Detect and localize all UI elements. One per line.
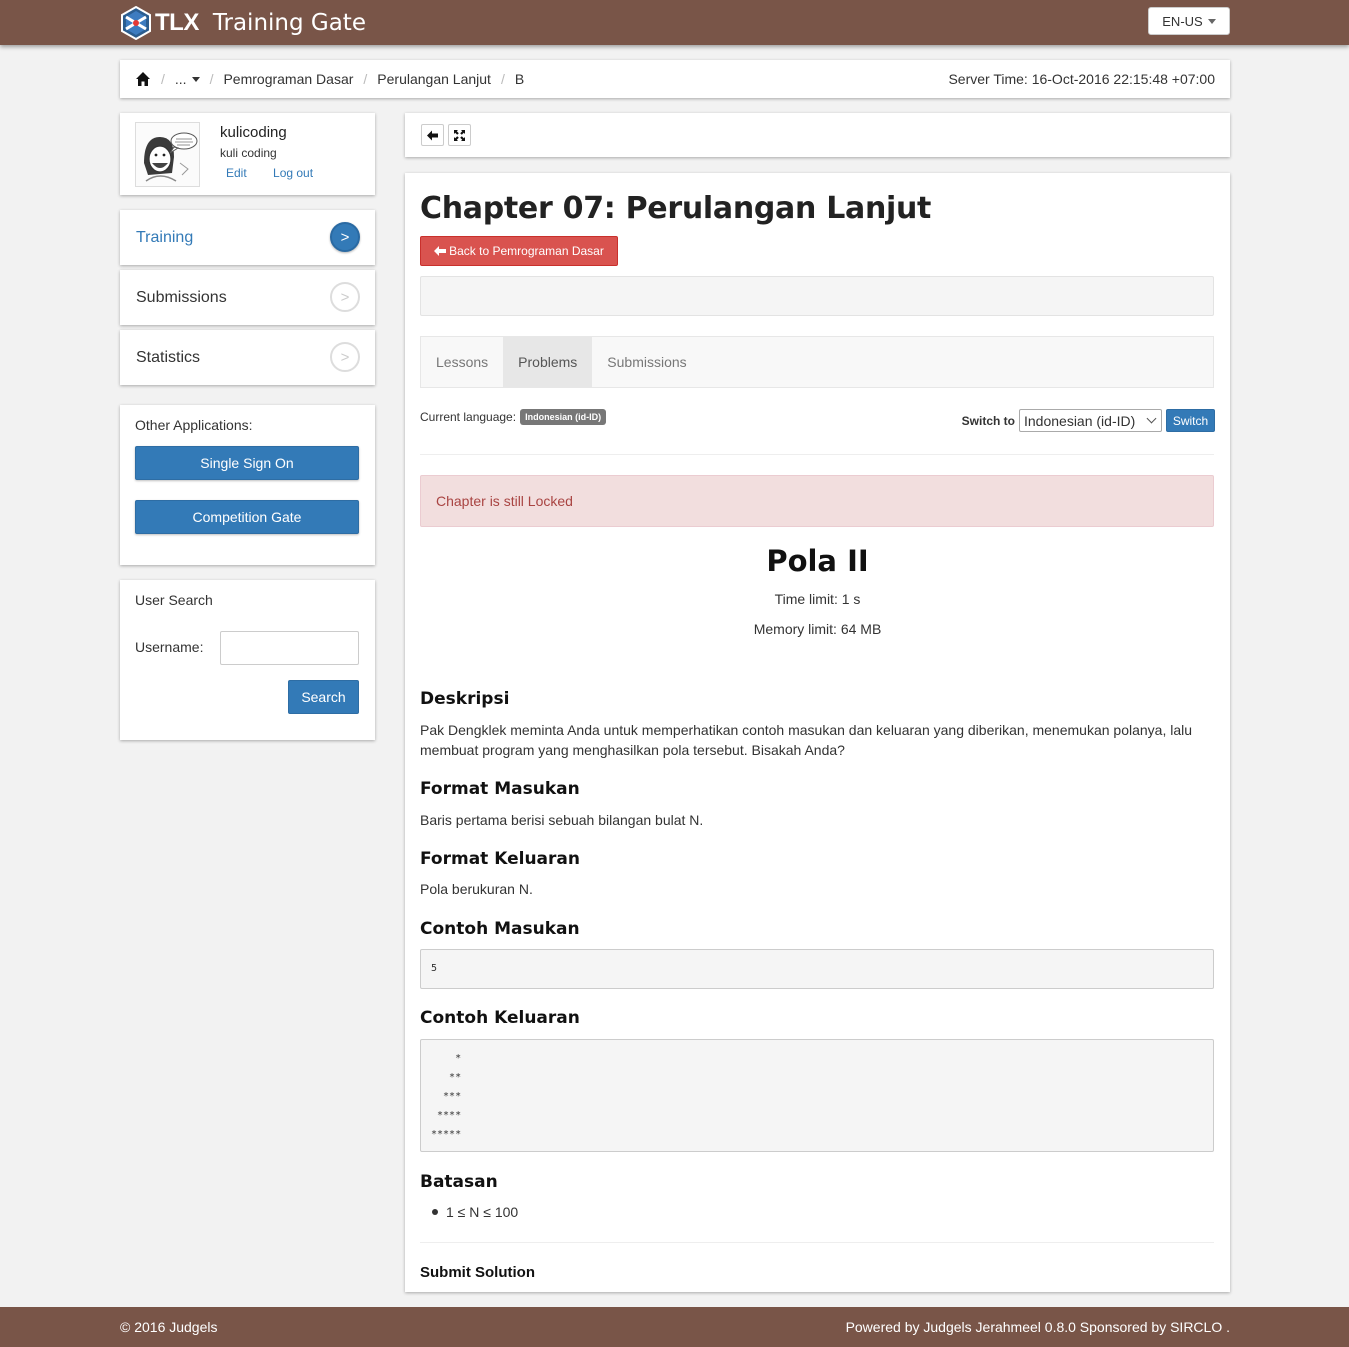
bullet-icon xyxy=(432,1209,438,1215)
breadcrumb-ellipsis: ... xyxy=(174,71,187,87)
footer-powered-by: Powered by Judgels Jerahmeel 0.8.0 Spons… xyxy=(845,1319,1230,1335)
footer: © 2016 Judgels Powered by Judgels Jerahm… xyxy=(0,1307,1349,1347)
chevron-right-icon: > xyxy=(330,282,360,312)
single-sign-on-button[interactable]: Single Sign On xyxy=(135,446,359,480)
locked-alert: Chapter is still Locked xyxy=(420,475,1214,527)
problem-title: Pola II xyxy=(766,544,869,578)
memory-limit: Memory limit: 64 MB xyxy=(753,621,882,637)
username-field-label: Username: xyxy=(135,639,204,655)
sample-output: * ** *** **** ***** xyxy=(420,1039,1214,1152)
batasan-heading: Batasan xyxy=(420,1172,498,1192)
back-button-label: Back to Pemrograman Dasar xyxy=(449,244,604,258)
divider xyxy=(420,1242,1214,1243)
chapter-description-well xyxy=(420,276,1214,316)
breadcrumb-separator: / xyxy=(363,71,368,87)
list-item: 1 ≤ N ≤ 100 xyxy=(432,1204,518,1220)
sample-input: 5 xyxy=(420,949,1214,989)
current-language-badge: Indonesian (id-ID) xyxy=(520,409,607,425)
tab-lessons[interactable]: Lessons xyxy=(421,337,503,387)
chapter-title: Chapter 07: Perulangan Lanjut xyxy=(420,191,932,226)
brand-title: Training Gate xyxy=(212,9,366,36)
contoh-masukan-heading: Contoh Masukan xyxy=(420,919,580,939)
edit-profile-link[interactable]: Edit xyxy=(226,166,247,180)
chevron-right-icon: > xyxy=(330,342,360,372)
home-icon[interactable] xyxy=(135,71,151,87)
fullscreen-button[interactable] xyxy=(448,124,471,146)
current-language: Current language: Indonesian (id-ID) xyxy=(420,409,607,425)
brand-short: TLX xyxy=(155,8,199,36)
user-links: Edit Log out xyxy=(226,166,336,180)
batasan-item: 1 ≤ N ≤ 100 xyxy=(446,1204,519,1220)
time-limit: Time limit: 1 s xyxy=(774,591,861,607)
breadcrumb-separator: / xyxy=(161,71,165,87)
caret-down-icon xyxy=(1207,18,1216,24)
breadcrumb-item-b[interactable]: B xyxy=(515,71,524,87)
sidebar-item-label: Training xyxy=(136,228,194,246)
contoh-keluaran-heading: Contoh Keluaran xyxy=(420,1008,580,1028)
back-arrow-button[interactable] xyxy=(421,124,444,146)
caret-down-icon xyxy=(191,76,200,82)
breadcrumb: / ... / Pemrograman Dasar / Perulangan L… xyxy=(120,60,1230,98)
submit-solution-heading: Submit Solution xyxy=(420,1264,535,1281)
switch-language-button[interactable]: Switch xyxy=(1166,409,1215,432)
sidebar-item-label: Statistics xyxy=(136,348,201,366)
switch-to-label: Switch to xyxy=(961,413,1015,428)
brand[interactable]: TLX Training Gate xyxy=(119,5,366,40)
deskripsi-text: Pak Dengklek meminta Anda untuk memperha… xyxy=(420,722,1193,758)
fullscreen-icon xyxy=(454,129,465,141)
sidebar-item-label: Submissions xyxy=(136,288,227,306)
user-fullname: kuli coding xyxy=(220,146,277,160)
language-select-value: Indonesian (id-ID) xyxy=(1024,412,1136,429)
competition-gate-button[interactable]: Competition Gate xyxy=(135,500,359,534)
avatar-image-icon xyxy=(136,123,199,186)
content-toolbar xyxy=(405,113,1230,157)
divider xyxy=(420,454,1214,455)
breadcrumb-item-pemrograman-dasar[interactable]: Pemrograman Dasar xyxy=(223,71,353,87)
arrow-left-icon xyxy=(427,130,438,140)
breadcrumb-separator: / xyxy=(500,71,505,87)
sidebar-item-statistics[interactable]: Statistics > xyxy=(120,330,375,385)
username: kulicoding xyxy=(220,124,287,141)
format-masukan-text: Baris pertama berisi sebuah bilangan bul… xyxy=(420,812,704,828)
chevron-right-icon: > xyxy=(330,222,360,252)
sidebar-item-submissions[interactable]: Submissions > xyxy=(120,270,375,325)
arrow-left-icon xyxy=(434,246,447,256)
top-navbar: TLX Training Gate EN-US xyxy=(0,0,1349,45)
breadcrumb-separator: / xyxy=(209,71,214,87)
tlx-logo-icon xyxy=(121,5,151,40)
username-search-input[interactable] xyxy=(220,631,359,665)
breadcrumb-item-perulangan-lanjut[interactable]: Perulangan Lanjut xyxy=(377,71,491,87)
logout-link[interactable]: Log out xyxy=(273,166,313,180)
user-search-panel: User Search Username: Search xyxy=(120,580,375,740)
language-select[interactable]: Indonesian (id-ID) xyxy=(1019,409,1162,432)
avatar xyxy=(135,122,200,187)
search-button[interactable]: Search xyxy=(288,680,359,714)
deskripsi-heading: Deskripsi xyxy=(420,689,510,709)
user-search-label: User Search xyxy=(135,592,213,608)
current-language-label: Current language: xyxy=(420,410,517,424)
breadcrumb-more-dropdown[interactable]: ... xyxy=(175,71,200,87)
back-to-course-button[interactable]: Back to Pemrograman Dasar xyxy=(420,236,618,266)
other-applications-label: Other Applications: xyxy=(135,417,253,433)
tab-problems[interactable]: Problems xyxy=(503,337,593,387)
sidebar-item-training[interactable]: Training > xyxy=(120,210,375,265)
format-keluaran-text: Pola berukuran N. xyxy=(420,881,533,897)
chapter-tabs: Lessons Problems Submissions xyxy=(420,336,1214,388)
chevron-down-icon xyxy=(1146,413,1157,424)
user-panel: kulicoding kuli coding Edit Log out xyxy=(120,113,375,195)
format-masukan-heading: Format Masukan xyxy=(420,779,580,799)
other-applications-panel: Other Applications: Single Sign On Compe… xyxy=(120,405,375,565)
language-dropdown[interactable]: EN-US xyxy=(1148,7,1230,35)
footer-copyright: © 2016 Judgels xyxy=(120,1319,218,1335)
server-time: Server Time: 16-Oct-2016 22:15:48 +07:00 xyxy=(948,71,1215,87)
tab-submissions[interactable]: Submissions xyxy=(592,337,701,387)
format-keluaran-heading: Format Keluaran xyxy=(420,849,580,869)
language-label: EN-US xyxy=(1162,13,1203,29)
language-switcher: Switch to Indonesian (id-ID) Switch xyxy=(962,409,1215,432)
chapter-content: Chapter 07: Perulangan Lanjut Back to Pe… xyxy=(405,173,1230,1292)
